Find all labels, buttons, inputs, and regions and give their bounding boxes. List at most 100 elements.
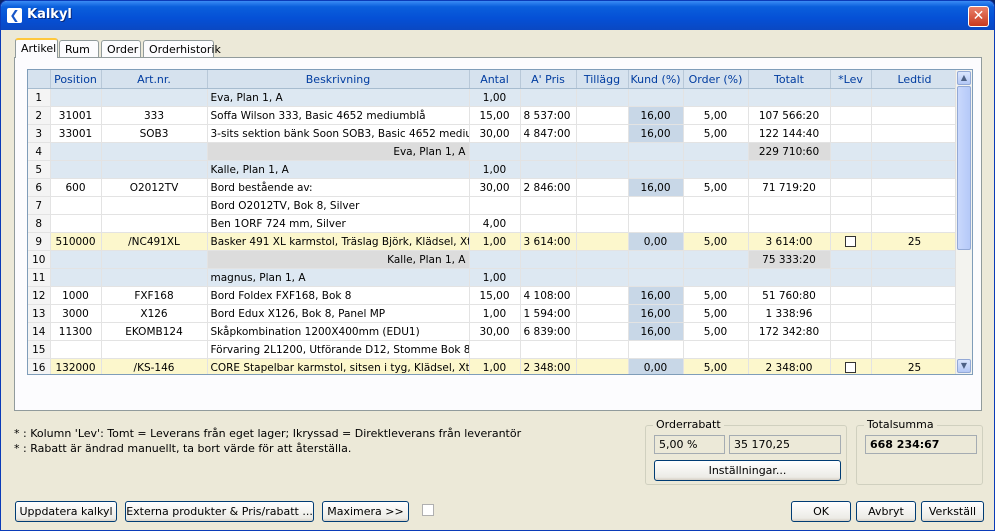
cell-pris[interactable]: 1 594:00 — [520, 304, 577, 323]
cell-lev[interactable] — [830, 142, 872, 161]
cell-totalt[interactable] — [748, 214, 831, 233]
cell-kund[interactable]: 0,00 — [628, 358, 684, 374]
cell-ledtid[interactable] — [871, 250, 959, 269]
cell-ledtid[interactable]: 25 — [871, 358, 959, 374]
cell-kund[interactable] — [628, 268, 684, 287]
ok-button[interactable]: OK — [791, 501, 851, 522]
scroll-down-button[interactable]: ▼ — [957, 359, 971, 373]
cell-antal[interactable] — [469, 196, 521, 215]
cell-kund[interactable]: 16,00 — [628, 286, 684, 305]
cell-beskrivning[interactable]: Bord Foldex FXF168, Bok 8 — [207, 286, 470, 305]
cell-antal[interactable]: 1,00 — [469, 304, 521, 323]
cell-lev[interactable] — [830, 178, 872, 197]
cell-ledtid[interactable] — [871, 322, 959, 341]
cell-ledtid[interactable] — [871, 142, 959, 161]
table-row[interactable]: 9 510000/NC491XL Basker 491 XL karmstol, T… — [28, 232, 959, 251]
cell-position[interactable]: 1000 — [50, 286, 102, 305]
cell-artnr[interactable] — [101, 250, 208, 269]
cell-order[interactable]: 5,00 — [683, 358, 749, 374]
cell-position[interactable] — [50, 160, 102, 179]
cell-antal[interactable] — [469, 340, 521, 359]
cell-antal[interactable]: 1,00 — [469, 88, 521, 107]
cell-lev[interactable] — [830, 340, 872, 359]
cell-ledtid[interactable] — [871, 124, 959, 143]
cell-antal[interactable]: 1,00 — [469, 232, 521, 251]
cell-artnr[interactable] — [101, 88, 208, 107]
cell-position[interactable]: 510000 — [50, 232, 102, 251]
cell-lev[interactable] — [830, 214, 872, 233]
cell-tillagg[interactable] — [576, 214, 629, 233]
cell-kund[interactable]: 16,00 — [628, 106, 684, 125]
cell-kund[interactable]: 0,00 — [628, 232, 684, 251]
cell-ledtid[interactable] — [871, 196, 959, 215]
cell-antal[interactable]: 30,00 — [469, 124, 521, 143]
table-row[interactable]: 1 Eva, Plan 1, A 1,00 — [28, 88, 959, 107]
cell-ledtid[interactable] — [871, 340, 959, 359]
cell-pris[interactable]: 2 348:00 — [520, 358, 577, 374]
cell-totalt[interactable] — [748, 268, 831, 287]
cell-antal[interactable]: 30,00 — [469, 178, 521, 197]
cell-totalt[interactable]: 229 710:60 — [748, 142, 831, 161]
cell-position[interactable]: 3000 — [50, 304, 102, 323]
tab-orderhistorik[interactable]: Orderhistorik — [143, 40, 221, 57]
cell-tillagg[interactable] — [576, 250, 629, 269]
cell-artnr[interactable]: 333 — [101, 106, 208, 125]
cell-artnr[interactable] — [101, 160, 208, 179]
cell-kund[interactable] — [628, 142, 684, 161]
installningar-button[interactable]: Inställningar... — [654, 460, 841, 481]
cell-totalt[interactable]: 51 760:80 — [748, 286, 831, 305]
table-row[interactable]: 16 132000/KS-146 CORE Stapelbar karmstol, … — [28, 358, 959, 374]
cell-pris[interactable] — [520, 268, 577, 287]
cell-pris[interactable] — [520, 160, 577, 179]
cell-position[interactable] — [50, 268, 102, 287]
vertical-scrollbar[interactable]: ▲ ▼ — [955, 70, 972, 374]
cell-lev[interactable] — [830, 106, 872, 125]
cell-artnr[interactable]: FXF168 — [101, 286, 208, 305]
cell-artnr[interactable]: X126 — [101, 304, 208, 323]
cell-artnr[interactable] — [101, 268, 208, 287]
cell-tillagg[interactable] — [576, 160, 629, 179]
option-checkbox[interactable] — [422, 504, 434, 516]
cell-kund[interactable] — [628, 340, 684, 359]
cell-tillagg[interactable] — [576, 88, 629, 107]
table-row[interactable]: 5 Kalle, Plan 1, A 1,00 — [28, 160, 959, 179]
cell-totalt[interactable] — [748, 88, 831, 107]
cell-antal[interactable] — [469, 142, 521, 161]
table-row[interactable]: 8 Ben 1ORF 724 mm, Silver 4,00 — [28, 214, 959, 233]
cell-artnr[interactable]: /KS-146 — [101, 358, 208, 374]
cell-order[interactable] — [683, 340, 749, 359]
cell-pris[interactable] — [520, 88, 577, 107]
cell-antal[interactable]: 1,00 — [469, 160, 521, 179]
cell-kund[interactable]: 16,00 — [628, 178, 684, 197]
cell-antal[interactable] — [469, 250, 521, 269]
cell-antal[interactable]: 30,00 — [469, 322, 521, 341]
cell-kund[interactable]: 16,00 — [628, 322, 684, 341]
cell-order[interactable]: 5,00 — [683, 286, 749, 305]
cell-order[interactable] — [683, 268, 749, 287]
col-header-totalt[interactable]: Totalt — [748, 70, 831, 89]
cell-totalt[interactable] — [748, 160, 831, 179]
close-button[interactable]: ✕ — [968, 6, 989, 27]
cell-totalt[interactable]: 1 338:96 — [748, 304, 831, 323]
cell-tillagg[interactable] — [576, 286, 629, 305]
table-row[interactable]: 7 Bord O2012TV, Bok 8, Silver — [28, 196, 959, 215]
external-products-button[interactable]: Externa produkter & Pris/rabatt ... — [125, 501, 314, 522]
cell-beskrivning[interactable]: Bord O2012TV, Bok 8, Silver — [207, 196, 470, 215]
cell-beskrivning[interactable]: Bord bestående av: — [207, 178, 470, 197]
cell-lev[interactable] — [830, 304, 872, 323]
cell-antal[interactable]: 1,00 — [469, 358, 521, 374]
cell-lev[interactable] — [830, 124, 872, 143]
cell-tillagg[interactable] — [576, 232, 629, 251]
cell-totalt[interactable] — [748, 196, 831, 215]
cell-totalt[interactable]: 122 144:40 — [748, 124, 831, 143]
title-bar[interactable]: ❮ Kalkyl ✕ — [1, 1, 994, 30]
cell-totalt[interactable]: 107 566:20 — [748, 106, 831, 125]
cell-position[interactable] — [50, 214, 102, 233]
cell-order[interactable] — [683, 88, 749, 107]
cell-beskrivning[interactable]: Kalle, Plan 1, A — [207, 160, 470, 179]
col-header-rownum[interactable] — [28, 70, 51, 89]
cell-antal[interactable]: 1,00 — [469, 268, 521, 287]
cell-ledtid[interactable] — [871, 286, 959, 305]
cell-beskrivning[interactable]: Eva, Plan 1, A — [207, 142, 470, 161]
cell-pris[interactable] — [520, 142, 577, 161]
